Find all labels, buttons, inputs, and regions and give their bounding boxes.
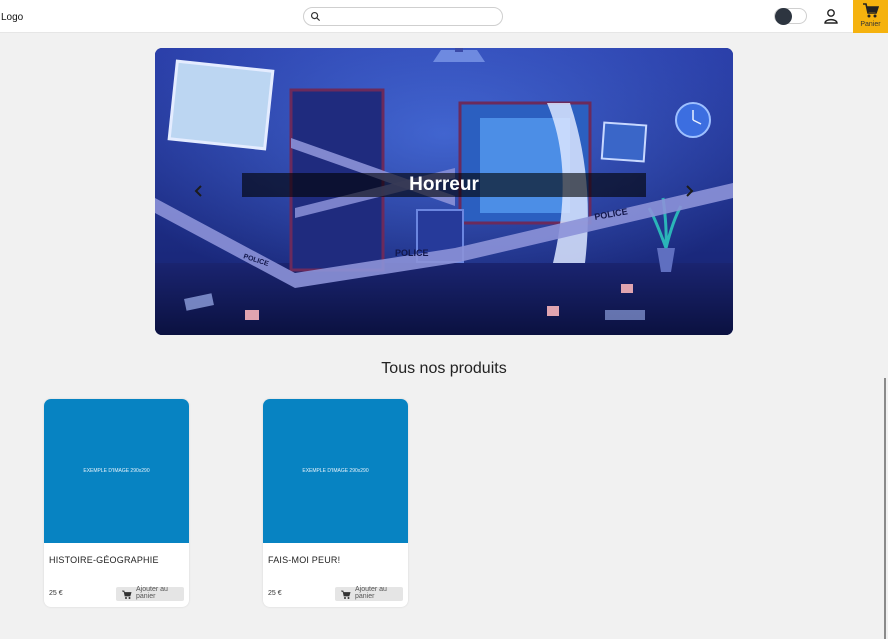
add-to-cart-label: Ajouter au panier xyxy=(355,586,387,600)
add-to-cart-label: Ajouter au panier xyxy=(136,586,168,600)
product-price: 25 € xyxy=(268,590,282,597)
top-navbar: Logo Panier xyxy=(0,0,888,33)
product-price: 25 € xyxy=(49,590,63,597)
product-image[interactable]: EXEMPLE D'IMAGE 290x290 xyxy=(44,399,189,543)
product-image[interactable]: EXEMPLE D'IMAGE 290x290 xyxy=(263,399,408,543)
cart-icon xyxy=(341,590,351,599)
cart-label: Panier xyxy=(860,21,881,28)
tape-text: POLICE xyxy=(395,248,429,258)
cart-button[interactable]: Panier xyxy=(853,0,888,33)
search-input[interactable] xyxy=(324,9,496,24)
theme-toggle[interactable] xyxy=(774,8,807,25)
hero-carousel: POLICE POLICE POLICE Horreur xyxy=(155,48,733,335)
search-bar[interactable] xyxy=(303,7,503,26)
chevron-left-icon[interactable] xyxy=(194,184,204,198)
product-name[interactable]: FAIS-MOI PEUR! xyxy=(268,555,340,565)
product-name[interactable]: HISTOIRE-GÉOGRAPHIE xyxy=(49,555,159,565)
add-to-cart-button[interactable]: Ajouter au panier xyxy=(335,586,403,601)
logo[interactable]: Logo xyxy=(1,12,23,23)
section-title: Tous nos produits xyxy=(381,360,507,377)
user-icon[interactable] xyxy=(823,8,839,24)
scrollbar[interactable] xyxy=(884,378,886,639)
cart-icon xyxy=(863,3,879,18)
hero-caption: Horreur xyxy=(242,173,646,197)
product-card[interactable]: EXEMPLE D'IMAGE 290x290 FAIS-MOI PEUR! 2… xyxy=(263,399,408,607)
chevron-right-icon[interactable] xyxy=(684,184,694,198)
toggle-knob xyxy=(775,8,792,25)
add-to-cart-button[interactable]: Ajouter au panier xyxy=(116,586,184,601)
product-card[interactable]: EXEMPLE D'IMAGE 290x290 HISTOIRE-GÉOGRAP… xyxy=(44,399,189,607)
cart-icon xyxy=(122,590,132,599)
search-icon xyxy=(310,11,321,22)
